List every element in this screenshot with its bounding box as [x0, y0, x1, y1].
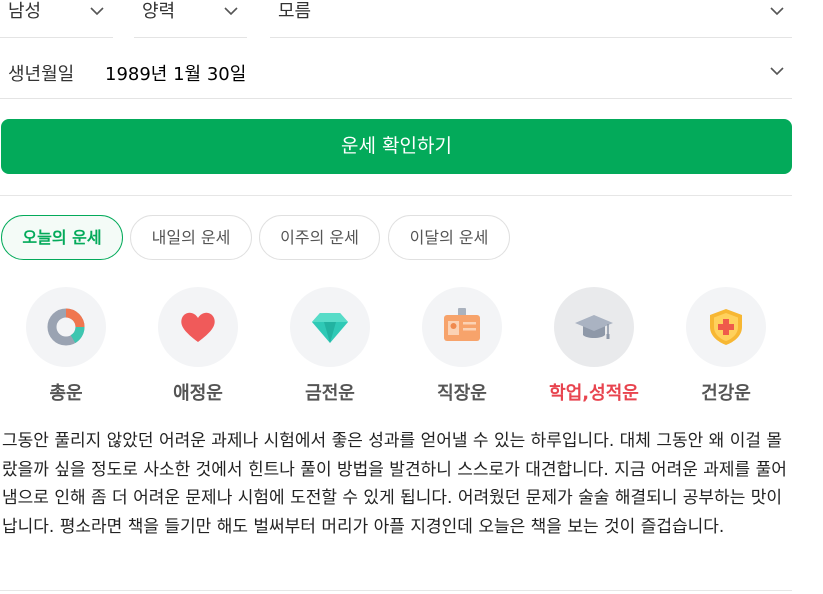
fortune-description: 그동안 풀리지 않았던 어려운 과제나 시험에서 좋은 성과를 얻어낼 수 있는… — [2, 431, 787, 537]
chevron-down-icon — [224, 7, 238, 16]
tab-today[interactable]: 오늘의 운세 — [1, 215, 123, 260]
donut-chart-icon — [47, 308, 85, 346]
fortune-categories: 총운 애정운 금전운 직장운 학업,성적운 건강운 — [0, 287, 800, 407]
tab-tomorrow[interactable]: 내일의 운세 — [130, 215, 252, 260]
fortune-input-selects: 남성 양력 모름 — [0, 0, 792, 38]
calendar-type-value: 양력 — [142, 1, 176, 22]
category-label: 총운 — [49, 383, 83, 404]
chevron-down-icon — [90, 7, 104, 16]
graduation-cap-icon — [575, 315, 613, 339]
health-shield-icon — [710, 309, 742, 345]
tab-this-month[interactable]: 이달의 운세 — [388, 215, 510, 260]
id-badge-icon — [444, 308, 480, 341]
category-label: 금전운 — [305, 383, 355, 404]
category-general[interactable]: 총운 — [0, 287, 132, 407]
gender-select[interactable]: 남성 — [0, 0, 113, 38]
category-label: 학업,성적운 — [549, 383, 639, 404]
category-icon-bg — [554, 287, 634, 367]
tab-this-week[interactable]: 이주의 운세 — [259, 215, 380, 260]
category-icon-bg — [686, 287, 766, 367]
birth-time-select[interactable]: 모름 — [270, 0, 792, 38]
chevron-down-icon — [770, 67, 784, 76]
category-label: 건강운 — [701, 383, 751, 404]
category-icon-bg — [158, 287, 238, 367]
category-love[interactable]: 애정운 — [132, 287, 264, 407]
category-money[interactable]: 금전운 — [264, 287, 396, 407]
category-study[interactable]: 학업,성적운 — [528, 287, 660, 407]
birth-time-value: 모름 — [278, 1, 312, 22]
diamond-icon — [312, 313, 348, 343]
category-health[interactable]: 건강운 — [660, 287, 792, 407]
category-label: 직장운 — [437, 383, 487, 404]
category-icon-bg — [290, 287, 370, 367]
category-icon-bg — [422, 287, 502, 367]
birth-date-label: 생년월일 — [8, 64, 75, 85]
category-work[interactable]: 직장운 — [396, 287, 528, 407]
gender-value: 남성 — [8, 1, 42, 22]
check-fortune-button[interactable]: 운세 확인하기 — [1, 119, 792, 174]
divider — [0, 195, 792, 196]
heart-icon — [181, 312, 215, 342]
category-label: 애정운 — [173, 383, 223, 404]
divider — [0, 590, 792, 591]
birth-date-select[interactable]: 생년월일 1989년 1월 30일 — [0, 50, 792, 99]
birth-date-value: 1989년 1월 30일 — [105, 64, 247, 85]
calendar-type-select[interactable]: 양력 — [134, 0, 247, 38]
chevron-down-icon — [770, 7, 784, 16]
category-icon-bg — [26, 287, 106, 367]
